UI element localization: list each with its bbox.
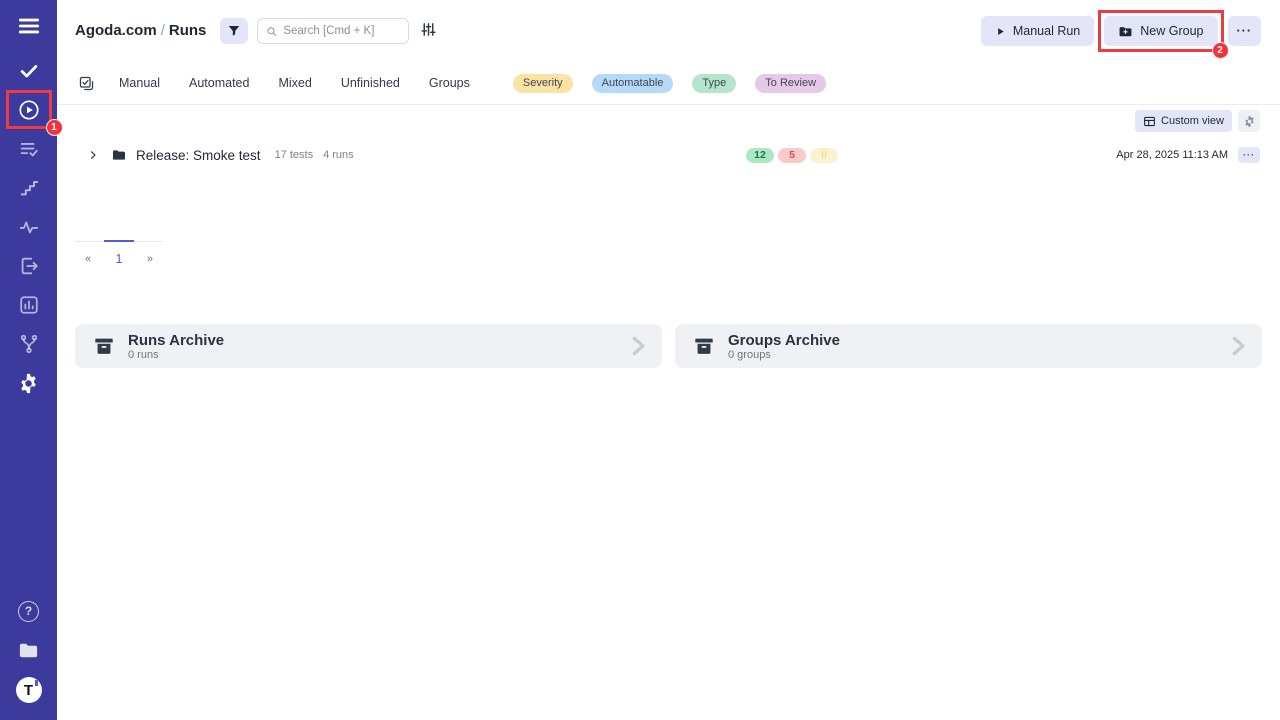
tag-automatable[interactable]: Automatable bbox=[592, 74, 674, 93]
breadcrumb-project[interactable]: Agoda.com bbox=[75, 22, 157, 39]
pagination-prev-button[interactable]: « bbox=[85, 253, 91, 265]
filters-row: Manual Automated Mixed Unfinished Groups… bbox=[78, 70, 1280, 96]
runs-archive-title: Runs Archive bbox=[128, 332, 224, 349]
folder-icon bbox=[111, 147, 127, 163]
tab-groups[interactable]: Groups bbox=[429, 76, 470, 90]
pagination-next-button[interactable]: » bbox=[147, 253, 153, 265]
folder-plus-icon bbox=[1118, 24, 1133, 39]
table-icon bbox=[1143, 115, 1156, 128]
pagination-active-indicator bbox=[104, 240, 134, 242]
play-icon bbox=[995, 26, 1006, 37]
groups-archive-count: 0 groups bbox=[728, 349, 840, 361]
main-content: Agoda.com/Runs Manual Run New Group 2 ··… bbox=[57, 0, 1280, 720]
tab-mixed[interactable]: Mixed bbox=[278, 76, 311, 90]
annotation-badge-step1: 1 bbox=[46, 119, 63, 136]
new-group-button[interactable]: New Group bbox=[1104, 16, 1217, 46]
custom-view-label: Custom view bbox=[1161, 115, 1224, 127]
passed-badge: 12 bbox=[746, 148, 774, 163]
pagination: « 1 » bbox=[75, 241, 163, 266]
chevron-right-icon bbox=[1224, 333, 1250, 359]
select-all-button[interactable] bbox=[78, 75, 95, 92]
groups-archive-title: Groups Archive bbox=[728, 332, 840, 349]
sign-in-icon bbox=[18, 255, 40, 277]
app-logo[interactable]: T bbox=[16, 677, 42, 703]
hamburger-menu-icon[interactable] bbox=[16, 13, 42, 39]
run-group-runs-count: 4 runs bbox=[323, 149, 354, 161]
archive-icon bbox=[93, 335, 115, 357]
failed-badge: 5 bbox=[778, 148, 806, 163]
view-settings-button[interactable] bbox=[1238, 110, 1260, 132]
custom-view-button[interactable]: Custom view bbox=[1135, 110, 1232, 132]
steps-icon bbox=[18, 177, 40, 199]
pulse-icon bbox=[18, 216, 40, 238]
sidebar-item-help[interactable]: ? bbox=[17, 599, 41, 623]
bar-chart-icon bbox=[18, 294, 40, 316]
tag-type[interactable]: Type bbox=[692, 74, 736, 93]
app-logo-accent bbox=[35, 680, 38, 686]
sidebar: 1 ? T bbox=[0, 0, 57, 720]
filter-button[interactable] bbox=[220, 18, 248, 44]
archive-icon bbox=[693, 335, 715, 357]
help-icon: ? bbox=[18, 601, 39, 622]
manual-run-label: Manual Run bbox=[1013, 24, 1080, 38]
folder-icon bbox=[17, 639, 40, 662]
tab-automated[interactable]: Automated bbox=[189, 76, 249, 90]
sidebar-item-settings[interactable] bbox=[17, 371, 41, 395]
result-badges: 12 5 0 bbox=[746, 148, 838, 163]
skipped-badge: 0 bbox=[810, 148, 838, 163]
sidebar-item-requirements[interactable] bbox=[17, 254, 41, 278]
tag-to-review[interactable]: To Review bbox=[755, 74, 826, 93]
run-group-row[interactable]: Release: Smoke test 17 tests 4 runs 12 5… bbox=[57, 140, 1280, 170]
breadcrumb: Agoda.com/Runs bbox=[75, 22, 206, 39]
gear-icon bbox=[1243, 115, 1256, 128]
header-more-button[interactable]: ··· bbox=[1228, 16, 1262, 46]
sidebar-item-traceability[interactable] bbox=[17, 332, 41, 356]
sidebar-item-test-plans[interactable] bbox=[17, 137, 41, 161]
app-logo-letter: T bbox=[24, 682, 33, 699]
sidebar-item-reports[interactable] bbox=[17, 293, 41, 317]
manual-run-button[interactable]: Manual Run bbox=[981, 16, 1094, 46]
section-divider bbox=[57, 104, 1280, 105]
tab-unfinished[interactable]: Unfinished bbox=[341, 76, 400, 90]
row-more-button[interactable]: ··· bbox=[1238, 147, 1260, 163]
gear-icon bbox=[17, 372, 40, 395]
sidebar-item-tests[interactable] bbox=[17, 59, 41, 83]
branch-icon bbox=[18, 333, 40, 355]
select-all-icon bbox=[78, 75, 95, 92]
list-check-icon bbox=[18, 138, 40, 160]
play-circle-icon bbox=[17, 98, 41, 122]
archives-section: Runs Archive 0 runs Groups Archive 0 gro… bbox=[75, 324, 1262, 368]
sidebar-item-runs[interactable]: 1 bbox=[17, 98, 41, 122]
run-group-date: Apr 28, 2025 11:13 AM bbox=[1116, 149, 1228, 161]
filter-settings-button[interactable] bbox=[420, 21, 437, 38]
runs-archive-count: 0 runs bbox=[128, 349, 224, 361]
run-group-tests-count: 17 tests bbox=[275, 149, 314, 161]
search-icon bbox=[266, 25, 277, 38]
sidebar-item-defects[interactable] bbox=[17, 215, 41, 239]
tag-severity[interactable]: Severity bbox=[513, 74, 573, 93]
breadcrumb-page: Runs bbox=[169, 22, 207, 39]
check-icon bbox=[18, 60, 40, 82]
funnel-icon bbox=[227, 24, 241, 38]
tab-manual[interactable]: Manual bbox=[119, 76, 160, 90]
expand-chevron-icon[interactable] bbox=[87, 149, 99, 161]
breadcrumb-separator: / bbox=[157, 22, 169, 39]
sidebar-item-milestones[interactable] bbox=[17, 176, 41, 200]
annotation-badge-step2: 2 bbox=[1212, 42, 1229, 59]
chevron-right-icon bbox=[624, 333, 650, 359]
groups-archive-card[interactable]: Groups Archive 0 groups bbox=[675, 324, 1262, 368]
search-input[interactable] bbox=[283, 25, 400, 37]
run-group-name[interactable]: Release: Smoke test bbox=[136, 148, 261, 163]
sliders-icon bbox=[420, 21, 437, 38]
pagination-page-1[interactable]: 1 bbox=[116, 252, 123, 266]
new-group-label: New Group bbox=[1140, 24, 1203, 38]
search-box[interactable] bbox=[257, 18, 409, 44]
runs-archive-card[interactable]: Runs Archive 0 runs bbox=[75, 324, 662, 368]
sidebar-item-projects[interactable] bbox=[17, 638, 41, 662]
view-toolbar: Custom view bbox=[1135, 110, 1260, 132]
